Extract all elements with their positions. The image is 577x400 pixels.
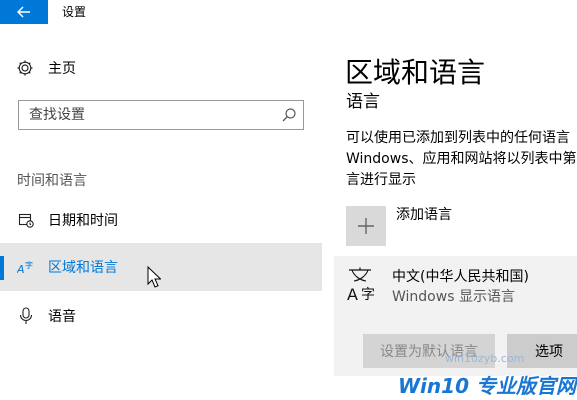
description-line: Windows、应用和网站将以列表中第 [346,151,577,167]
svg-text:字: 字 [361,287,375,302]
page-title: 区域和语言 [345,56,486,89]
window-title: 设置 [62,5,87,19]
add-language-button[interactable]: 添加语言 [346,206,452,246]
mouse-cursor-icon [147,266,161,288]
search-icon[interactable] [281,107,297,127]
calendar-clock-icon [16,212,36,228]
language-subtitle: Windows 显示语言 [392,289,515,305]
sidebar: 主页 时间和语言 日期和时间 A 字 [0,24,322,400]
search-input[interactable] [19,101,279,129]
language-pack-icon: A 字 [347,267,375,302]
svg-text:字: 字 [25,260,33,270]
section-title: 时间和语言 [17,173,87,189]
search-box[interactable] [18,100,304,130]
plus-icon [346,206,386,246]
svg-text:A: A [347,285,358,302]
description-line: 可以使用已添加到列表中的任何语言 [346,130,570,146]
language-name: 中文(中华人民共和国) [392,269,529,285]
add-language-label: 添加语言 [396,207,452,223]
nav-home[interactable]: 主页 [16,56,76,80]
sidebar-item-region-language[interactable]: A 字 区域和语言 [0,243,322,291]
sidebar-item-label: 语音 [48,309,76,325]
language-icon: A 字 [16,259,36,275]
back-button[interactable] [0,0,48,24]
nav-home-label: 主页 [48,61,76,77]
watermark-url: win10zyb.com [445,352,525,365]
sidebar-item-date-time[interactable]: 日期和时间 [0,196,322,244]
microphone-icon [16,307,36,325]
gear-icon [17,60,33,76]
sidebar-item-label: 区域和语言 [48,260,118,276]
title-bar: 设置 [0,0,577,24]
main-content: 区域和语言 语言 可以使用已添加到列表中的任何语言 Windows、应用和网站将… [322,24,577,400]
sidebar-item-label: 日期和时间 [48,213,118,229]
watermark-logo: Win10 专业版官网 [398,374,576,398]
sidebar-item-speech[interactable]: 语音 [0,292,322,340]
back-arrow-icon [17,6,30,18]
language-description: 可以使用已添加到列表中的任何语言 Windows、应用和网站将以列表中第 言进行… [346,128,577,191]
section-heading-language: 语言 [346,92,380,112]
selection-indicator [0,256,4,280]
svg-text:A: A [17,263,25,275]
description-line: 言进行显示 [346,172,416,188]
